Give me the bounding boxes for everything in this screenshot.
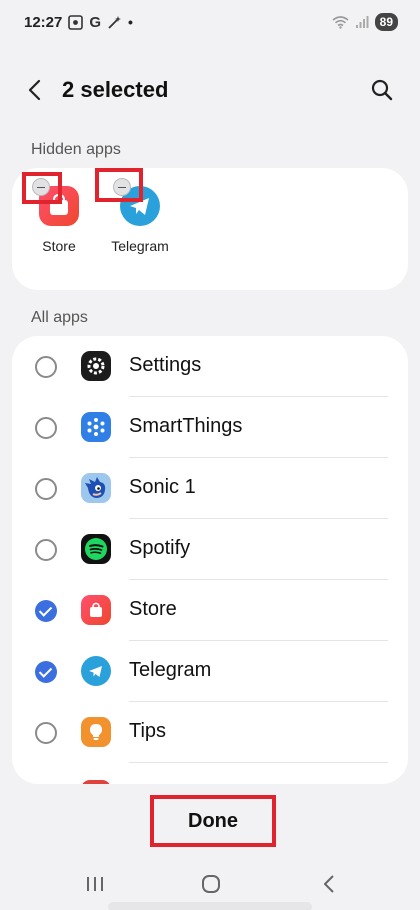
app-name: Store <box>129 598 177 620</box>
back-button[interactable] <box>22 76 50 104</box>
search-button[interactable] <box>368 76 396 104</box>
highlight-box <box>22 172 62 204</box>
app-bar: 2 selected <box>0 66 420 114</box>
sonic-icon <box>81 473 111 503</box>
all-apps-label: All apps <box>31 309 88 326</box>
app-row-tips[interactable]: Tips <box>12 702 408 763</box>
app-checkbox[interactable] <box>35 539 57 561</box>
spotify-icon <box>81 534 111 564</box>
app-name: Settings <box>129 354 202 376</box>
store-icon <box>81 595 111 625</box>
dot-icon: • <box>128 14 133 30</box>
app-checkbox[interactable] <box>35 417 57 439</box>
app-name: Spotify <box>129 537 191 559</box>
page-title: 2 selected <box>62 77 169 102</box>
smartthings-icon <box>81 412 111 442</box>
home-icon <box>202 875 220 893</box>
app-row-sonic-1[interactable]: Sonic 1 <box>12 458 408 519</box>
home-button[interactable] <box>196 872 226 896</box>
app-row-store[interactable]: Store <box>12 580 408 641</box>
hidden-app-label: Telegram <box>111 238 169 254</box>
magic-wand-icon <box>108 15 122 29</box>
tips-icon <box>81 717 111 747</box>
done-button[interactable]: Done <box>150 795 276 847</box>
app-checkbox-checked[interactable] <box>35 600 57 622</box>
app-name: Tips <box>129 720 167 742</box>
wifi-icon <box>332 16 349 29</box>
chevron-left-icon <box>28 79 41 101</box>
hidden-app-label: Store <box>42 238 76 254</box>
back-icon <box>324 875 334 893</box>
app-name: SmartThings <box>129 415 243 437</box>
divider <box>129 762 388 763</box>
signal-icon <box>355 16 369 28</box>
search-icon <box>371 79 393 101</box>
google-icon: G <box>89 13 102 31</box>
app-checkbox-checked[interactable] <box>35 661 57 683</box>
battery-indicator: 89 <box>374 13 398 31</box>
hidden-apps-card: Store Telegram <box>12 168 408 290</box>
app-row-settings[interactable]: Settings <box>12 336 408 397</box>
app-name: Telegram <box>129 659 212 681</box>
screenshot-icon <box>68 14 84 30</box>
status-time: 12:27 <box>24 13 63 31</box>
telegram-icon <box>81 656 111 686</box>
app-row-smartthings[interactable]: SmartThings <box>12 397 408 458</box>
recents-icon <box>87 877 103 891</box>
back-nav-button[interactable] <box>314 872 344 896</box>
next-app-icon-partial <box>81 780 111 784</box>
app-checkbox[interactable] <box>35 478 57 500</box>
bottom-edge-bar <box>108 902 312 910</box>
settings-icon <box>81 351 111 381</box>
recents-button[interactable] <box>80 872 110 896</box>
app-row-telegram[interactable]: Telegram <box>12 641 408 702</box>
app-checkbox[interactable] <box>35 356 57 378</box>
app-name: Sonic 1 <box>129 476 196 498</box>
hidden-apps-label: Hidden apps <box>31 141 121 158</box>
highlight-box <box>95 168 143 202</box>
status-bar: 12:27 G • 89 <box>0 0 420 44</box>
app-checkbox[interactable] <box>35 722 57 744</box>
all-apps-list: Settings SmartThings Sonic 1 Spotify Sto… <box>12 336 408 784</box>
app-row-spotify[interactable]: Spotify <box>12 519 408 580</box>
